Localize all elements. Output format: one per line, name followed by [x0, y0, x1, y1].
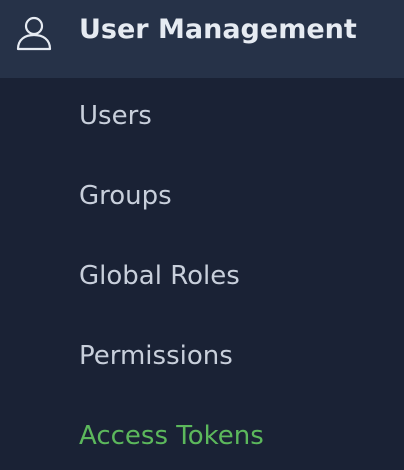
sidebar-item-label: Global Roles — [79, 261, 240, 291]
user-management-section-header[interactable]: User Management — [0, 0, 404, 78]
sidebar-item-users[interactable]: Users — [0, 78, 404, 158]
section-title: User Management — [79, 14, 357, 45]
sidebar-item-label: Permissions — [79, 341, 233, 371]
sidebar-item-label: Users — [79, 101, 152, 131]
sidebar-item-groups[interactable]: Groups — [0, 158, 404, 238]
sidebar-item-label: Groups — [79, 181, 172, 211]
sidebar: User Management Users Groups Global Role… — [0, 0, 404, 470]
sidebar-item-access-tokens[interactable]: Access Tokens — [0, 398, 404, 470]
sidebar-item-label: Access Tokens — [79, 421, 264, 451]
sidebar-item-global-roles[interactable]: Global Roles — [0, 238, 404, 318]
user-icon — [16, 16, 52, 51]
sidebar-item-permissions[interactable]: Permissions — [0, 318, 404, 398]
